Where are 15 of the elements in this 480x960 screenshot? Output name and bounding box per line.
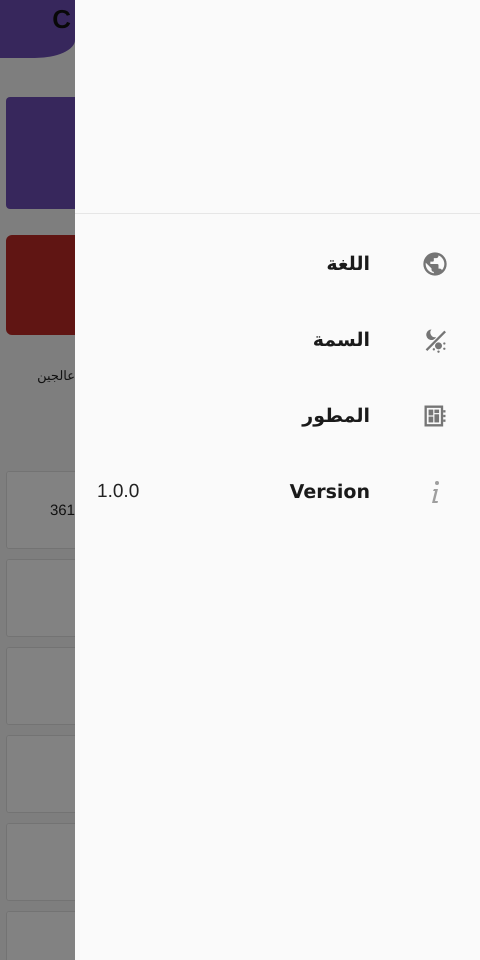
- menu-label: اللغة: [326, 253, 370, 275]
- drawer-item[interactable]: اللغة: [75, 226, 480, 302]
- drawer-item[interactable]: 1.0.0 Version: [75, 454, 480, 530]
- app-title: C: [52, 3, 71, 35]
- drawer-item[interactable]: السمة: [75, 302, 480, 378]
- menu-label: السمة: [312, 329, 370, 351]
- menu-label: المطور: [302, 405, 370, 427]
- menu-label: Version: [290, 481, 370, 503]
- section-label: عالجين: [37, 369, 75, 386]
- drawer-scrim[interactable]: [0, 0, 75, 960]
- version-value: 1.0.0: [97, 481, 140, 503]
- info-icon: [429, 479, 441, 505]
- card-value: 361: [50, 502, 75, 518]
- globe-icon: [421, 250, 449, 278]
- drawer-item[interactable]: المطور: [75, 378, 480, 454]
